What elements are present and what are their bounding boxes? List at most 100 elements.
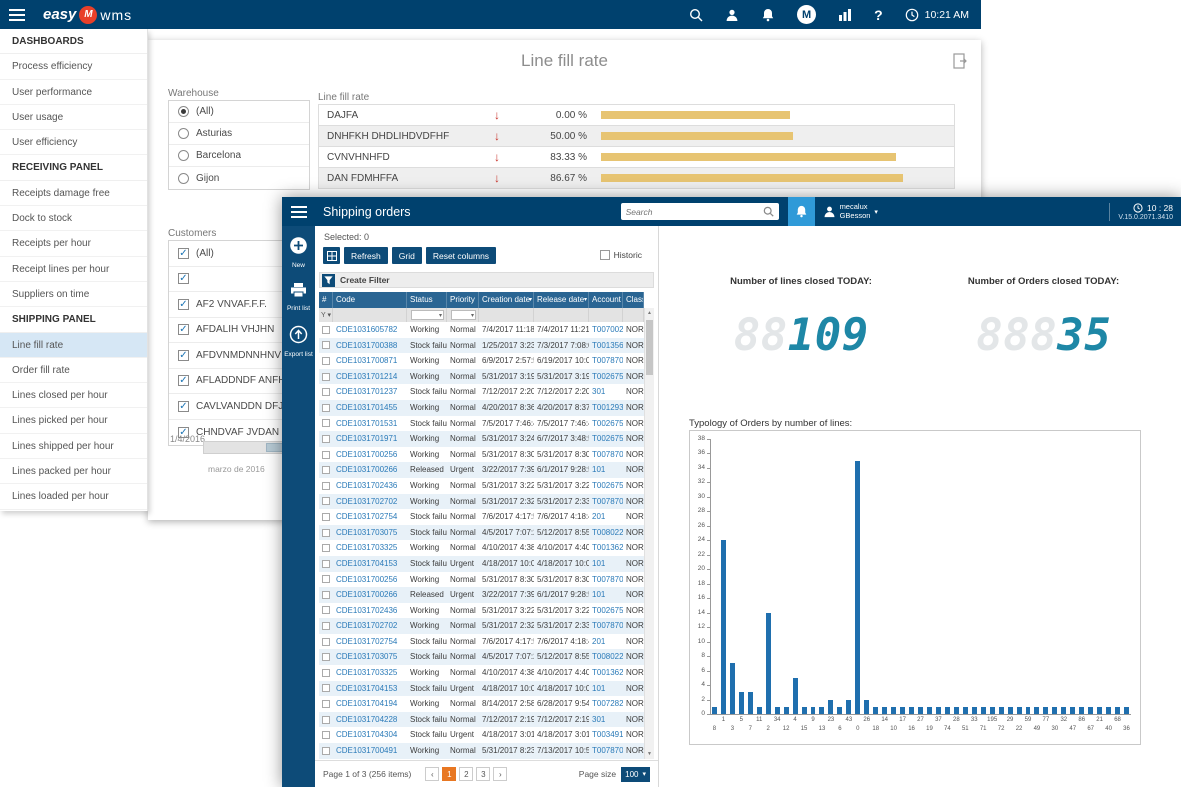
sidebar-item-receipt-lines-per-hour[interactable]: Receipt lines per hour xyxy=(0,257,147,282)
user-icon[interactable] xyxy=(725,8,739,22)
table-row[interactable]: CDE1031704153Stock failureUrgent4/18/201… xyxy=(319,681,644,697)
column-header-priority[interactable]: Priority xyxy=(447,292,479,308)
table-row[interactable]: CDE1031605782WorkingNormal7/4/2017 11:18… xyxy=(319,322,644,338)
pager-prev-button[interactable]: ‹ xyxy=(425,767,439,781)
sidebar-item-lines-shipped-per-hour[interactable]: Lines shipped per hour xyxy=(0,434,147,459)
pager-page-2[interactable]: 2 xyxy=(459,767,473,781)
checkbox-icon[interactable] xyxy=(322,622,330,630)
pager-page-3[interactable]: 3 xyxy=(476,767,490,781)
table-row[interactable]: CDE1031702436WorkingNormal5/31/2017 3:22… xyxy=(319,478,644,494)
table-row[interactable]: CDE1031704304Stock failureUrgent4/18/201… xyxy=(319,727,644,743)
menu-icon[interactable] xyxy=(291,206,307,218)
cell-code[interactable]: CDE1031702754 xyxy=(333,509,407,525)
checkbox-icon[interactable]: ✓ xyxy=(178,248,189,259)
checkbox-icon[interactable] xyxy=(322,451,330,459)
user-menu[interactable]: mecalux GBesson ▾ xyxy=(823,203,878,220)
radio-icon[interactable] xyxy=(178,173,189,184)
cell-code[interactable]: CDE1031700256 xyxy=(333,447,407,463)
help-icon[interactable]: ? xyxy=(874,7,883,23)
checkbox-icon[interactable] xyxy=(322,638,330,646)
toolbar-new-button[interactable]: New xyxy=(289,236,308,269)
cell-code[interactable]: CDE1031605782 xyxy=(333,322,407,338)
checkbox-icon[interactable] xyxy=(322,560,330,568)
checkbox-icon[interactable] xyxy=(322,653,330,661)
checkbox-icon[interactable] xyxy=(322,747,330,755)
report-export-icon[interactable] xyxy=(953,53,968,74)
table-row[interactable]: CDE1031704153Stock failureUrgent4/18/201… xyxy=(319,556,644,572)
radio-icon[interactable] xyxy=(178,150,189,161)
sort-caret-icon[interactable]: ▾ xyxy=(529,292,532,308)
grid-button[interactable]: Grid xyxy=(392,247,422,264)
checkbox-icon[interactable] xyxy=(322,700,330,708)
checkbox-icon[interactable] xyxy=(322,435,330,443)
table-row[interactable]: CDE1031700871WorkingNormal6/9/2017 2:57:… xyxy=(319,353,644,369)
table-row[interactable]: CDE1031701971WorkingNormal5/31/2017 3:24… xyxy=(319,431,644,447)
statistics-icon[interactable] xyxy=(838,8,852,21)
table-row[interactable]: CDE1031702702WorkingNormal5/31/2017 2:32… xyxy=(319,618,644,634)
filter-cell-class[interactable] xyxy=(623,308,644,322)
checkbox-icon[interactable] xyxy=(322,341,330,349)
checkbox-icon[interactable] xyxy=(322,731,330,739)
search-icon[interactable] xyxy=(689,8,703,22)
checkbox-icon[interactable] xyxy=(322,513,330,521)
sidebar-item-user-usage[interactable]: User usage xyxy=(0,105,147,130)
clock-icon[interactable] xyxy=(905,8,919,22)
table-row[interactable]: CDE1031700256WorkingNormal5/31/2017 8:30… xyxy=(319,572,644,588)
historic-checkbox[interactable] xyxy=(600,250,610,260)
menu-icon[interactable] xyxy=(9,9,25,21)
checkbox-icon[interactable] xyxy=(322,544,330,552)
column-header-blank[interactable]: # xyxy=(319,292,333,308)
table-row[interactable]: CDE1031704194WorkingNormal8/14/2017 2:58… xyxy=(319,696,644,712)
checkbox-icon[interactable] xyxy=(322,575,330,583)
cell-code[interactable]: CDE1031700871 xyxy=(333,353,407,369)
checkbox-icon[interactable]: ✓ xyxy=(178,375,189,386)
cell-code[interactable]: CDE1031702436 xyxy=(333,603,407,619)
toolbar-print-list-button[interactable]: Print list xyxy=(287,282,310,312)
search-icon[interactable] xyxy=(763,206,774,217)
checkbox-icon[interactable] xyxy=(322,497,330,505)
grid-select-icon-button[interactable] xyxy=(323,247,340,264)
column-header-class[interactable]: Class xyxy=(623,292,644,308)
sidebar-item-user-efficiency[interactable]: User efficiency xyxy=(0,130,147,155)
filter-cell-release-date[interactable] xyxy=(534,308,589,322)
cell-code[interactable]: CDE1031703075 xyxy=(333,649,407,665)
cell-code[interactable]: CDE1031704153 xyxy=(333,556,407,572)
table-row[interactable]: CDE1031701214WorkingNormal5/31/2017 3:19… xyxy=(319,369,644,385)
sidebar-item-lines-loaded-per-hour[interactable]: Lines loaded per hour xyxy=(0,484,147,509)
table-row[interactable]: CDE1031701237Stock failureNormal7/12/201… xyxy=(319,384,644,400)
column-header-creation-date[interactable]: Creation date▾ xyxy=(479,292,534,308)
warehouse-option-asturias[interactable]: Asturias xyxy=(169,123,309,145)
sidebar-item-order-fill-rate[interactable]: Order fill rate xyxy=(0,358,147,383)
sidebar-item-lines-picked-per-hour[interactable]: Lines picked per hour xyxy=(0,408,147,433)
checkbox-icon[interactable] xyxy=(322,357,330,365)
cell-code[interactable]: CDE1031702702 xyxy=(333,494,407,510)
checkbox-icon[interactable]: ✓ xyxy=(178,350,189,361)
cell-code[interactable]: CDE1031700266 xyxy=(333,462,407,478)
checkbox-icon[interactable] xyxy=(322,716,330,724)
checkbox-icon[interactable]: ✓ xyxy=(178,324,189,335)
sidebar-item-receipts-damage-free[interactable]: Receipts damage free xyxy=(0,181,147,206)
table-row[interactable]: CDE1031702702WorkingNormal5/31/2017 2:32… xyxy=(319,494,644,510)
search-input[interactable] xyxy=(626,207,763,217)
checkbox-icon[interactable] xyxy=(322,606,330,614)
filter-cell-blank[interactable]: Y ▾ xyxy=(319,308,333,322)
page-size-select[interactable]: 100 ▾ xyxy=(621,767,650,782)
column-header-code[interactable]: Code xyxy=(333,292,407,308)
table-row[interactable]: CDE1031700266ReleasedUrgent3/22/2017 7:3… xyxy=(319,462,644,478)
checkbox-icon[interactable] xyxy=(322,684,330,692)
table-row[interactable]: CDE1031702436WorkingNormal5/31/2017 3:22… xyxy=(319,603,644,619)
table-row[interactable]: CDE1031703325WorkingNormal4/10/2017 4:38… xyxy=(319,665,644,681)
filter-cell-account[interactable] xyxy=(589,308,623,322)
checkbox-icon[interactable] xyxy=(322,591,330,599)
sidebar-item-user-performance[interactable]: User performance xyxy=(0,80,147,105)
checkbox-icon[interactable]: ✓ xyxy=(178,401,189,412)
table-row[interactable]: CDE1031703075Stock failureNormal4/5/2017… xyxy=(319,525,644,541)
table-row[interactable]: CDE1031700388Stock failureNormal1/25/201… xyxy=(319,338,644,354)
table-row[interactable]: CDE1031700266ReleasedUrgent3/22/2017 7:3… xyxy=(319,587,644,603)
checkbox-icon[interactable]: ✓ xyxy=(178,273,189,284)
cell-code[interactable]: CDE1031702702 xyxy=(333,618,407,634)
cell-code[interactable]: CDE1031700491 xyxy=(333,743,407,759)
checkbox-icon[interactable] xyxy=(322,373,330,381)
warehouse-option-barcelona[interactable]: Barcelona xyxy=(169,145,309,167)
cell-code[interactable]: CDE1031701971 xyxy=(333,431,407,447)
